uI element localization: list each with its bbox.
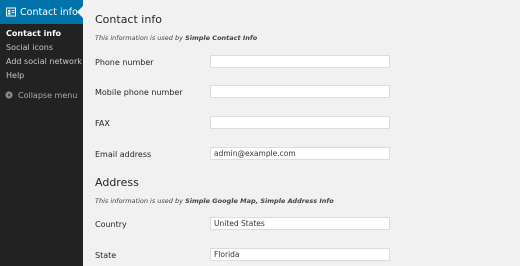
address-desc-source: Simple Google Map, Simple Address Info <box>185 197 334 205</box>
contact-info-heading: Contact info <box>95 13 162 26</box>
state-label: State <box>95 251 117 260</box>
mobile-phone-input[interactable] <box>210 85 390 98</box>
menu-item-contact-info[interactable]: Contact info <box>0 0 83 24</box>
mobile-phone-label: Mobile phone number <box>95 88 183 97</box>
admin-sidebar: Contact info Contact info Social icons A… <box>0 0 83 266</box>
address-desc-prefix: This information is used by <box>95 197 183 205</box>
state-input[interactable]: Florida <box>210 248 390 261</box>
phone-number-input[interactable] <box>210 55 390 68</box>
submenu-item-help[interactable]: Help <box>0 69 83 83</box>
fax-input[interactable] <box>210 116 390 129</box>
country-input[interactable]: United States <box>210 217 390 230</box>
country-label: Country <box>95 220 127 229</box>
email-address-input[interactable]: admin@example.com <box>210 147 390 160</box>
phone-number-label: Phone number <box>95 58 154 67</box>
collapse-icon <box>5 91 13 99</box>
submenu-item-add-social-network[interactable]: Add social network <box>0 55 83 69</box>
contact-info-description: This information is used by Simple Conta… <box>95 34 257 42</box>
submenu-item-contact-info[interactable]: Contact info <box>0 27 83 41</box>
submenu: Contact info Social icons Add social net… <box>0 24 83 83</box>
address-heading: Address <box>95 176 139 189</box>
contact-desc-source: Simple Contact Info <box>185 34 258 42</box>
collapse-label: Collapse menu <box>18 90 78 100</box>
email-address-label: Email address <box>95 150 152 159</box>
address-description: This information is used by Simple Googl… <box>95 197 334 205</box>
contact-card-icon <box>6 7 16 17</box>
submenu-item-social-icons[interactable]: Social icons <box>0 41 83 55</box>
fax-label: FAX <box>95 119 110 128</box>
collapse-menu-button[interactable]: Collapse menu <box>0 88 83 102</box>
menu-title: Contact info <box>20 6 78 18</box>
main-content: Contact info This information is used by… <box>83 0 520 266</box>
contact-desc-prefix: This information is used by <box>95 34 183 42</box>
